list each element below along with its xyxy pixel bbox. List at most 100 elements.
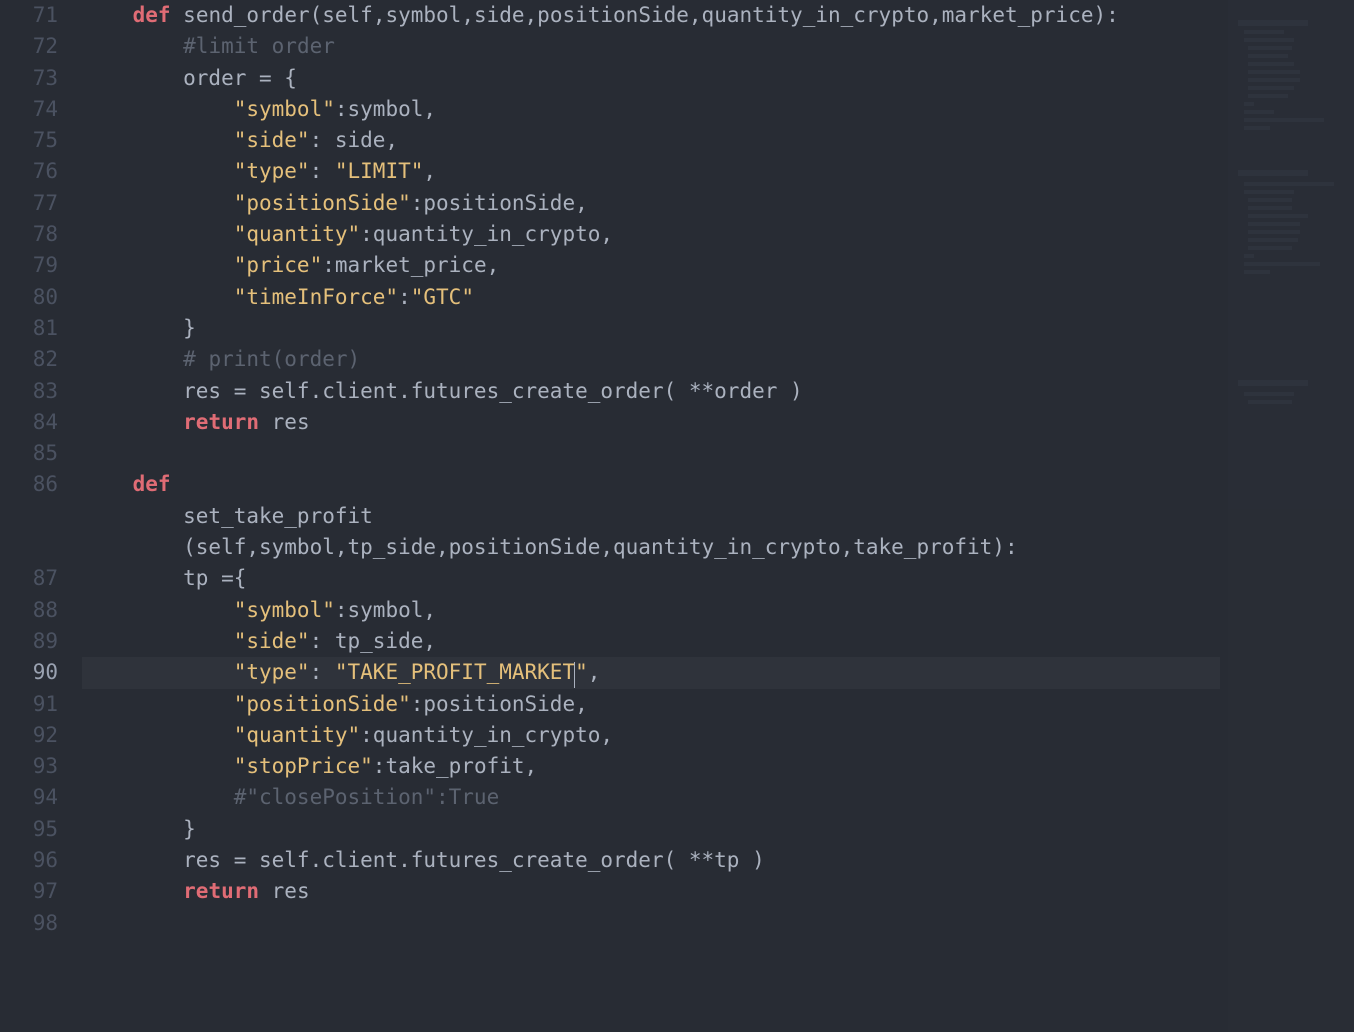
code-token: (self,symbol,tp_side,positionSide,quanti… — [82, 535, 1018, 559]
code-token: "LIMIT" — [335, 159, 424, 183]
code-token — [82, 692, 234, 716]
line-number: 79 — [0, 250, 58, 281]
code-line[interactable]: order = { — [82, 63, 1220, 94]
code-token: : — [310, 159, 335, 183]
code-line[interactable]: #"closePosition":True — [82, 782, 1220, 813]
code-line[interactable]: } — [82, 814, 1220, 845]
code-line[interactable]: tp ={ — [82, 563, 1220, 594]
code-token — [82, 472, 133, 496]
line-number: 98 — [0, 908, 58, 939]
code-line[interactable]: return res — [82, 407, 1220, 438]
code-token — [82, 3, 133, 27]
code-token: " — [575, 660, 588, 684]
code-line[interactable]: "positionSide":positionSide, — [82, 689, 1220, 720]
code-token — [82, 660, 234, 684]
line-number: 74 — [0, 94, 58, 125]
code-line[interactable] — [82, 908, 1220, 939]
code-token: send_order — [183, 3, 309, 27]
code-token — [82, 410, 183, 434]
code-token: set_take_profit — [82, 504, 373, 528]
code-token — [82, 347, 183, 371]
code-token — [82, 629, 234, 653]
code-token: :positionSide, — [411, 191, 588, 215]
code-token: res — [259, 879, 310, 903]
code-token — [82, 598, 234, 622]
code-line[interactable]: # print(order) — [82, 344, 1220, 375]
text-cursor — [574, 662, 575, 688]
code-line[interactable] — [82, 438, 1220, 469]
code-line[interactable]: "positionSide":positionSide, — [82, 188, 1220, 219]
code-line[interactable]: "side": tp_side, — [82, 626, 1220, 657]
code-editor[interactable]: 7172737475767778798081828384858687888990… — [0, 0, 1354, 1032]
code-token: :symbol, — [335, 97, 436, 121]
line-number: 72 — [0, 31, 58, 62]
line-number: 75 — [0, 125, 58, 156]
line-number: 94 — [0, 782, 58, 813]
code-line[interactable]: "symbol":symbol, — [82, 94, 1220, 125]
code-line[interactable]: "type": "TAKE_PROFIT_MARKET", — [82, 657, 1220, 688]
line-number: 91 — [0, 689, 58, 720]
code-token: "positionSide" — [234, 692, 411, 716]
line-number: 90 — [0, 657, 58, 688]
code-token — [82, 159, 234, 183]
code-token: , — [423, 159, 436, 183]
code-area[interactable]: def send_order(self,symbol,side,position… — [82, 0, 1220, 939]
line-number-gutter: 7172737475767778798081828384858687888990… — [0, 0, 82, 1032]
line-number: 85 — [0, 438, 58, 469]
code-token: order = { — [82, 66, 297, 90]
code-token: , — [588, 660, 601, 684]
line-number: 76 — [0, 156, 58, 187]
code-token: res = self.client.futures_create_order( … — [82, 379, 803, 403]
line-number — [0, 501, 58, 532]
code-token: return — [183, 410, 259, 434]
code-line[interactable]: res = self.client.futures_create_order( … — [82, 845, 1220, 876]
code-line[interactable]: "quantity":quantity_in_crypto, — [82, 219, 1220, 250]
line-number: 71 — [0, 0, 58, 31]
code-line[interactable]: (self,symbol,tp_side,positionSide,quanti… — [82, 532, 1220, 563]
code-token: : side, — [310, 128, 399, 152]
code-token: def — [133, 3, 171, 27]
code-token: # print(order) — [183, 347, 360, 371]
line-number: 95 — [0, 814, 58, 845]
code-token: res = self.client.futures_create_order( … — [82, 848, 765, 872]
code-line[interactable]: #limit order — [82, 31, 1220, 62]
code-token — [82, 34, 183, 58]
code-token — [82, 723, 234, 747]
line-number: 80 — [0, 282, 58, 313]
code-token: "price" — [234, 253, 323, 277]
code-line[interactable]: set_take_profit — [82, 501, 1220, 532]
code-line[interactable]: "timeInForce":"GTC" — [82, 282, 1220, 313]
code-line[interactable]: "quantity":quantity_in_crypto, — [82, 720, 1220, 751]
code-line[interactable]: "price":market_price, — [82, 250, 1220, 281]
line-number: 88 — [0, 595, 58, 626]
line-number: 78 — [0, 219, 58, 250]
code-line[interactable]: def — [82, 469, 1220, 500]
code-token: :positionSide, — [411, 692, 588, 716]
code-line[interactable]: "type": "LIMIT", — [82, 156, 1220, 187]
code-token: #"closePosition":True — [234, 785, 500, 809]
code-token — [82, 191, 234, 215]
code-line[interactable]: "stopPrice":take_profit, — [82, 751, 1220, 782]
code-token: (self,symbol,side,positionSide,quantity_… — [310, 3, 1119, 27]
code-line[interactable]: } — [82, 313, 1220, 344]
code-token: } — [82, 817, 196, 841]
code-token: "timeInForce" — [234, 285, 398, 309]
code-line[interactable]: "symbol":symbol, — [82, 595, 1220, 626]
line-number: 86 — [0, 469, 58, 500]
code-line[interactable]: "side": side, — [82, 125, 1220, 156]
code-token: "type" — [234, 660, 310, 684]
line-number: 97 — [0, 876, 58, 907]
code-token: : — [310, 660, 335, 684]
code-token: return — [183, 879, 259, 903]
code-line[interactable]: def send_order(self,symbol,side,position… — [82, 0, 1220, 31]
code-token — [82, 754, 234, 778]
code-line[interactable]: res = self.client.futures_create_order( … — [82, 376, 1220, 407]
minimap[interactable] — [1228, 0, 1354, 1032]
code-token: "symbol" — [234, 598, 335, 622]
code-token: "positionSide" — [234, 191, 411, 215]
code-token: "GTC" — [411, 285, 474, 309]
code-line[interactable]: return res — [82, 876, 1220, 907]
code-token: "type" — [234, 159, 310, 183]
code-token — [82, 253, 234, 277]
line-number: 73 — [0, 63, 58, 94]
